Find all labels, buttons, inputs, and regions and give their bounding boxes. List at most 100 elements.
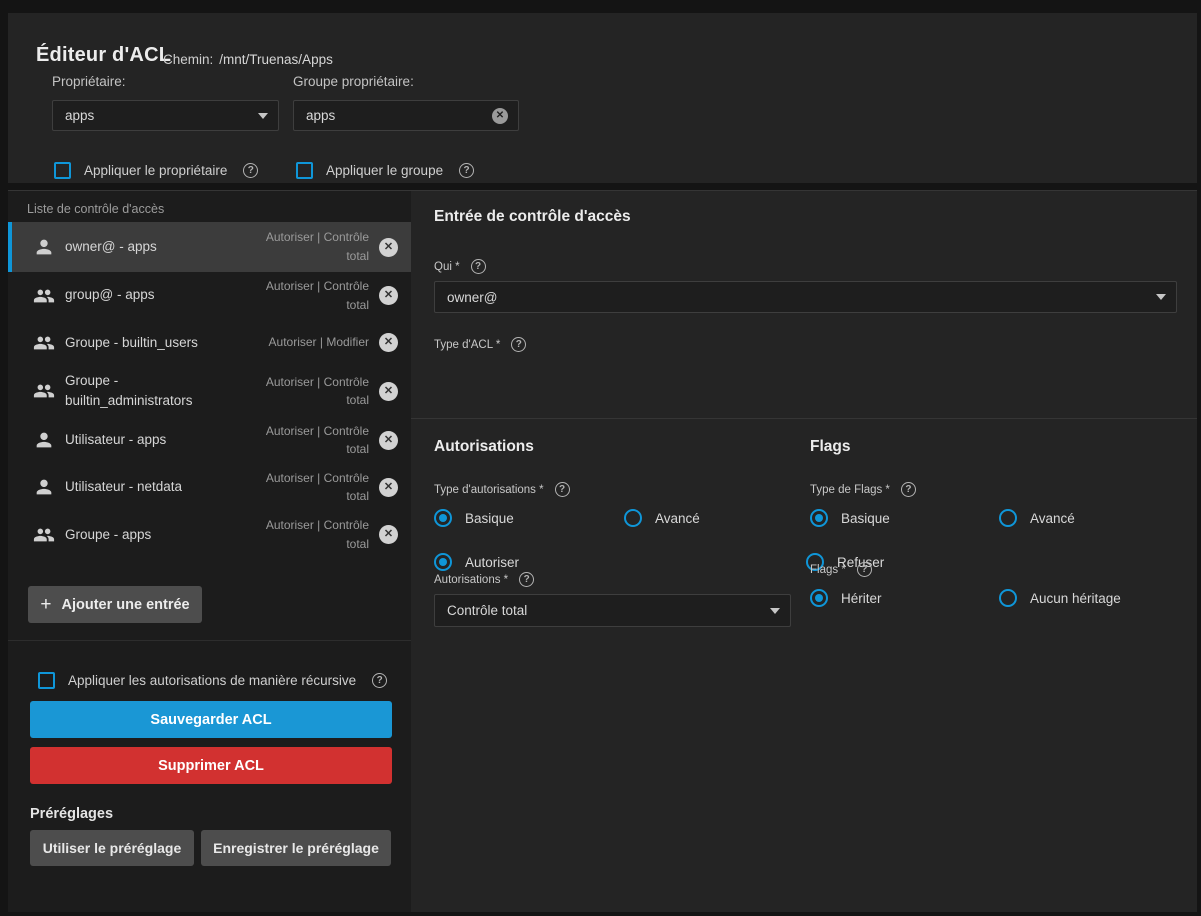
radio-flags-advanced-label: Avancé: [1030, 511, 1075, 526]
radio-inherit[interactable]: Hériter: [810, 589, 882, 607]
delete-entry-icon[interactable]: ✕: [379, 478, 398, 497]
acl-type-label-row: Type d'ACL * ?: [434, 337, 526, 352]
chevron-down-icon: [770, 608, 780, 614]
radio-permissions-advanced[interactable]: Avancé: [624, 509, 700, 527]
permissions-title: Autorisations: [434, 438, 534, 456]
apply-group-checkbox[interactable]: [296, 162, 313, 179]
acl-entry-permission: Autoriser | Contrôle total: [249, 373, 369, 410]
recursive-checkbox[interactable]: [38, 672, 55, 689]
radio-icon: [810, 509, 828, 527]
preset-buttons-row: Utiliser le préréglage Enregistrer le pr…: [30, 830, 391, 866]
help-icon[interactable]: ?: [519, 572, 534, 587]
group-icon: [33, 524, 55, 546]
apply-owner-checkbox[interactable]: [54, 162, 71, 179]
radio-allow[interactable]: Autoriser: [434, 553, 519, 571]
add-entry-label: Ajouter une entrée: [62, 597, 190, 613]
help-icon[interactable]: ?: [901, 482, 916, 497]
delete-entry-icon[interactable]: ✕: [379, 382, 398, 401]
acl-entry-row[interactable]: group@ - apps Autoriser | Contrôle total…: [8, 272, 411, 319]
acl-entry-name: Groupe - apps: [65, 525, 249, 545]
chevron-down-icon: [1156, 294, 1166, 300]
flags-label: Flags *: [810, 564, 846, 576]
acl-entry-row[interactable]: Groupe - builtin_administrators Autorise…: [8, 366, 411, 417]
apply-owner-row: Appliquer le propriétaire ?: [54, 162, 258, 179]
radio-permissions-basic[interactable]: Basique: [434, 509, 514, 527]
acl-list: owner@ - apps Autoriser | Contrôle total…: [8, 222, 411, 558]
radio-icon: [999, 509, 1017, 527]
help-icon[interactable]: ?: [555, 482, 570, 497]
acl-list-title: Liste de contrôle d'accès: [27, 202, 164, 216]
flags-type-label: Type de Flags *: [810, 484, 890, 496]
permissions-type-label-row: Type d'autorisations * ?: [434, 482, 570, 497]
who-select[interactable]: owner@: [434, 281, 1177, 313]
acl-entry-row[interactable]: Utilisateur - netdata Autoriser | Contrô…: [8, 464, 411, 511]
permissions-type-label: Type d'autorisations *: [434, 484, 544, 496]
acl-editor-header-card: Éditeur d'ACL Chemin:/mnt/Truenas/Apps P…: [8, 13, 1197, 183]
permissions-label: Autorisations *: [434, 574, 508, 586]
delete-entry-icon[interactable]: ✕: [379, 525, 398, 544]
save-preset-button[interactable]: Enregistrer le préréglage: [201, 830, 391, 866]
divider: [8, 640, 411, 641]
owner-label: Propriétaire:: [52, 74, 126, 89]
acl-entry-row[interactable]: Utilisateur - apps Autoriser | Contrôle …: [8, 417, 411, 464]
flags-title: Flags: [810, 438, 850, 456]
acl-entry-permission: Autoriser | Contrôle total: [249, 228, 369, 265]
group-icon: [33, 380, 55, 402]
who-select-value: owner@: [447, 290, 497, 305]
radio-flags-advanced[interactable]: Avancé: [999, 509, 1075, 527]
radio-flags-basic-label: Basique: [841, 511, 890, 526]
page-title: Éditeur d'ACL: [36, 44, 171, 67]
radio-allow-label: Autoriser: [465, 555, 519, 570]
group-icon: [33, 332, 55, 354]
permissions-label-row: Autorisations * ?: [434, 572, 534, 587]
group-icon: [33, 285, 55, 307]
acl-editor-page: Éditeur d'ACL Chemin:/mnt/Truenas/Apps P…: [0, 0, 1201, 916]
add-entry-button[interactable]: + Ajouter une entrée: [28, 586, 202, 623]
who-label-row: Qui * ?: [434, 259, 486, 274]
help-icon[interactable]: ?: [511, 337, 526, 352]
person-icon: [33, 236, 55, 258]
acl-entry-permission: Autoriser | Contrôle total: [249, 469, 369, 506]
radio-icon: [624, 509, 642, 527]
recursive-row: Appliquer les autorisations de manière r…: [38, 672, 387, 689]
help-icon[interactable]: ?: [243, 163, 258, 178]
delete-entry-icon[interactable]: ✕: [379, 286, 398, 305]
help-icon[interactable]: ?: [857, 562, 872, 577]
owning-group-input[interactable]: apps ✕: [293, 100, 519, 131]
person-icon: [33, 429, 55, 451]
acl-entry-row[interactable]: Groupe - builtin_users Autoriser | Modif…: [8, 319, 411, 366]
dataset-path: Chemin:/mnt/Truenas/Apps: [163, 52, 333, 67]
owner-select[interactable]: apps: [52, 100, 279, 131]
flags-type-label-row: Type de Flags * ?: [810, 482, 916, 497]
delete-entry-icon[interactable]: ✕: [379, 238, 398, 257]
radio-flags-basic[interactable]: Basique: [810, 509, 890, 527]
acl-entry-name: owner@ - apps: [65, 237, 249, 257]
permissions-select-value: Contrôle total: [447, 603, 527, 618]
delete-acl-button[interactable]: Supprimer ACL: [30, 747, 392, 784]
radio-no-inherit[interactable]: Aucun héritage: [999, 589, 1121, 607]
clear-icon[interactable]: ✕: [492, 108, 508, 124]
radio-icon: [999, 589, 1017, 607]
help-icon[interactable]: ?: [459, 163, 474, 178]
acl-entry-row[interactable]: Groupe - apps Autoriser | Contrôle total…: [8, 511, 411, 558]
acl-entry-name: Groupe - builtin_users: [65, 333, 255, 353]
apply-owner-label: Appliquer le propriétaire: [84, 163, 227, 178]
permissions-select[interactable]: Contrôle total: [434, 594, 791, 627]
save-acl-button[interactable]: Sauvegarder ACL: [30, 701, 392, 738]
radio-icon: [434, 553, 452, 571]
radio-icon: [434, 509, 452, 527]
acl-entry-row[interactable]: owner@ - apps Autoriser | Contrôle total…: [8, 222, 411, 272]
help-icon[interactable]: ?: [372, 673, 387, 688]
help-icon[interactable]: ?: [471, 259, 486, 274]
radio-inherit-label: Hériter: [841, 591, 882, 606]
delete-entry-icon[interactable]: ✕: [379, 333, 398, 352]
radio-no-inherit-label: Aucun héritage: [1030, 591, 1121, 606]
acl-entry-permission: Autoriser | Contrôle total: [249, 516, 369, 553]
apply-group-row: Appliquer le groupe ?: [296, 162, 474, 179]
entry-panel-title: Entrée de contrôle d'accès: [434, 208, 631, 226]
use-preset-button[interactable]: Utiliser le préréglage: [30, 830, 194, 866]
acl-entry-permission: Autoriser | Contrôle total: [249, 422, 369, 459]
delete-entry-icon[interactable]: ✕: [379, 431, 398, 450]
radio-permissions-basic-label: Basique: [465, 511, 514, 526]
recursive-label: Appliquer les autorisations de manière r…: [68, 673, 356, 688]
